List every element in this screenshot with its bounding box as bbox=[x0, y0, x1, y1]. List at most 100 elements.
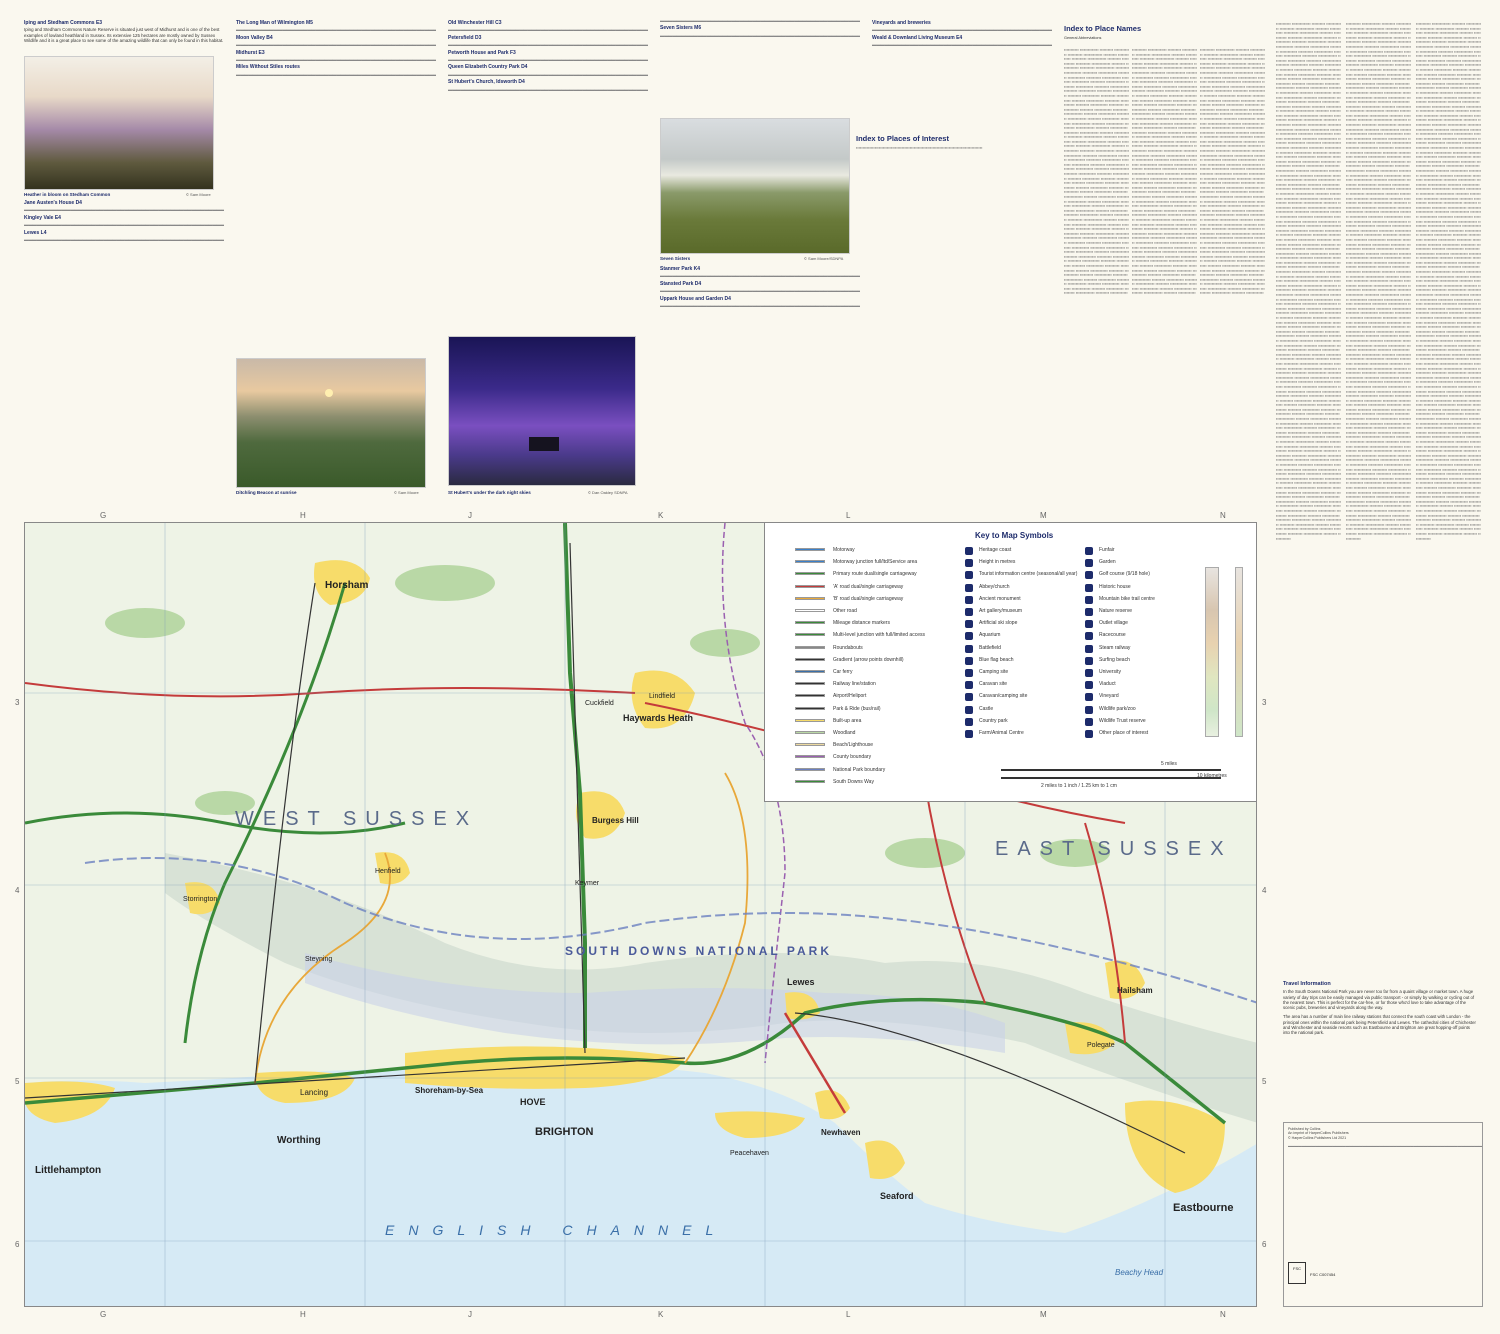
legend-symbol bbox=[1085, 717, 1093, 726]
legend-label: Ancient monument bbox=[979, 595, 1021, 602]
travel-title: Travel Information bbox=[1283, 981, 1331, 987]
sun-icon bbox=[325, 389, 333, 397]
town-lindfield: Lindfield bbox=[649, 693, 675, 700]
photo-heather-stedham bbox=[24, 56, 214, 190]
grid-col-label: J bbox=[468, 1310, 472, 1319]
body-text: ▬▬▬▬▬▬▬▬▬▬▬▬▬▬▬▬▬▬▬▬▬▬▬▬▬▬▬▬▬▬▬▬▬▬▬▬▬▬▬▬… bbox=[872, 27, 1052, 33]
heading: Petersfield D3 bbox=[448, 34, 482, 41]
town-seaford: Seaford bbox=[880, 1191, 914, 1201]
photo-caption: Seven Sisters bbox=[660, 256, 691, 261]
index-column: ▪▪▪▪▪▪▪▪▪▪▪ ▪▪▪▪▪▪▪▪▪▪▪▪▪▪ ▪▪▪▪▪▪▪▪▪▪ ▪▪… bbox=[1064, 48, 1130, 296]
legend-symbol bbox=[1085, 595, 1093, 604]
legend-label: Surfing beach bbox=[1099, 656, 1130, 663]
grid-col-label: M bbox=[1040, 1310, 1047, 1319]
legend-label: Gradient (arrow points downhill) bbox=[833, 656, 904, 663]
heading: The Long Man of Wilmington M5 bbox=[236, 20, 313, 26]
legend-label: Caravan/camping site bbox=[979, 693, 1028, 700]
town-steyning: Steyning bbox=[305, 956, 332, 963]
legend-label: Airport/Heliport bbox=[833, 693, 867, 700]
body-text: ▬▬▬▬▬▬▬▬▬▬▬▬▬▬▬▬▬▬▬▬▬▬▬▬▬▬▬▬▬▬▬▬▬▬▬▬▬▬▬▬… bbox=[24, 207, 224, 213]
county-east-sussex: EAST SUSSEX bbox=[995, 838, 1233, 860]
legend-symbol bbox=[965, 644, 973, 653]
legend-label: Motorway junction full/ltd/Service area bbox=[833, 559, 918, 566]
county-west-sussex: WEST SUSSEX bbox=[235, 808, 478, 830]
photo-seven-sisters bbox=[660, 118, 850, 254]
heading: Seven Sisters M6 bbox=[660, 25, 702, 32]
legend-symbol bbox=[965, 620, 973, 629]
legend-symbol bbox=[965, 705, 973, 714]
legend-symbol bbox=[965, 681, 973, 690]
heading: Weald & Downland Living Museum E4 bbox=[872, 34, 963, 41]
town-brighton: BRIGHTON bbox=[535, 1126, 594, 1138]
legend-symbol bbox=[795, 779, 825, 783]
town-burgess-hill: Burgess Hill bbox=[592, 816, 639, 825]
body-text: ▬▬▬▬▬▬▬▬▬▬▬▬▬▬▬▬▬▬▬▬▬▬▬▬▬▬▬▬▬▬▬▬▬▬▬▬▬▬▬▬… bbox=[236, 71, 436, 77]
index-column: ▪▪▪▪▪▪▪▪▪▪▪ ▪▪▪▪▪▪▪▪▪▪▪▪▪▪ ▪▪▪▪▪▪▪▪▪▪ ▪▪… bbox=[1200, 48, 1266, 296]
heading: Vineyards and breweries bbox=[872, 20, 931, 26]
heading: Midhurst E3 bbox=[236, 49, 265, 56]
legend-label: Funfair bbox=[1099, 547, 1115, 553]
grid-col-label: N bbox=[1220, 511, 1226, 520]
travel-p1: In the South Downs National Park you are… bbox=[1283, 989, 1475, 1011]
heading: Kingley Vale E4 bbox=[24, 214, 61, 221]
article-column-5: Vineyards and breweries ▬▬▬▬▬▬▬▬▬▬▬▬▬▬▬▬… bbox=[872, 18, 1052, 138]
paragraph: Iping and Stedham Commons Nature Reserve… bbox=[24, 27, 224, 44]
legend-label: Country park bbox=[979, 717, 1008, 724]
heading: Stanmer Park K4 bbox=[660, 266, 701, 272]
legend-symbol bbox=[795, 621, 825, 625]
legend-label: Racecourse bbox=[1099, 632, 1126, 639]
body-text: ▬▬▬▬▬▬▬▬▬▬▬▬▬▬▬▬▬▬▬▬▬▬▬▬▬▬▬▬▬▬▬▬▬▬▬▬▬▬▬▬… bbox=[660, 32, 860, 38]
photo-credit: © Dan Oakley SDNPA bbox=[588, 490, 628, 495]
heading: Lewes L4 bbox=[24, 229, 47, 236]
legend-symbol bbox=[1085, 559, 1093, 568]
legend-label: Steam railway bbox=[1099, 644, 1131, 651]
index-column: ▪▪▪▪▪▪▪▪▪▪▪ ▪▪▪▪▪▪▪▪▪▪▪▪▪▪ ▪▪▪▪▪▪▪▪▪▪ ▪▪… bbox=[1276, 22, 1342, 541]
legend-label: Outlet village bbox=[1099, 620, 1128, 627]
article-column-1b: Jane Austen's House D4 ▬▬▬▬▬▬▬▬▬▬▬▬▬▬▬▬▬… bbox=[24, 198, 224, 498]
legend-label: Other place of interest bbox=[1099, 730, 1149, 736]
legend-label: Roundabouts bbox=[833, 644, 863, 651]
town-eastbourne: Eastbourne bbox=[1173, 1202, 1234, 1214]
photo-caption: Heather in bloom on Stedham Common bbox=[24, 192, 111, 197]
legend-symbol bbox=[795, 743, 825, 747]
legend-symbol bbox=[1085, 608, 1093, 616]
article-column-4: ▬▬▬▬▬▬▬▬▬▬▬▬▬▬▬▬▬▬▬▬▬▬▬▬▬▬▬▬▬▬▬▬▬▬▬▬▬▬▬▬… bbox=[660, 18, 860, 128]
body-text: ▬▬▬▬▬▬▬▬▬▬▬▬▬▬▬▬▬▬▬▬▬▬▬▬▬▬▬▬▬▬▬▬▬▬▬▬▬▬▬▬… bbox=[448, 27, 648, 33]
article-column-3: Old Winchester Hill C3 ▬▬▬▬▬▬▬▬▬▬▬▬▬▬▬▬▬… bbox=[448, 18, 648, 338]
legend-label: University bbox=[1099, 669, 1121, 675]
legend-label: Garden bbox=[1099, 559, 1116, 566]
legend-symbol bbox=[1085, 583, 1093, 592]
photo-st-huberts-night bbox=[448, 336, 636, 486]
grid-col-label: K bbox=[658, 1310, 664, 1319]
town-shoreham: Shoreham-by-Sea bbox=[415, 1086, 484, 1095]
index-title: Index to Place Names bbox=[1064, 24, 1142, 33]
body-text: ▬▬▬▬▬▬▬▬▬▬▬▬▬▬▬▬▬▬▬▬▬▬▬▬▬▬▬▬▬▬▬▬▬▬▬▬▬▬▬▬… bbox=[24, 222, 224, 228]
legend-label: Primary route dual/single carriageway bbox=[833, 571, 917, 578]
legend-label: 'A' road dual/single carriageway bbox=[833, 583, 904, 590]
town-henfield: Henfield bbox=[375, 868, 401, 875]
grid-row-label: 4 bbox=[1262, 886, 1267, 895]
legend-label: Beach/Lighthouse bbox=[833, 742, 874, 749]
legend-label: South Downs Way bbox=[833, 778, 874, 785]
article-column-1: Iping and Stedham Commons E3 Iping and S… bbox=[24, 18, 224, 47]
legend-label: Car ferry bbox=[833, 669, 853, 675]
index-column: ▪▪▪▪▪▪▪▪▪▪▪ ▪▪▪▪▪▪▪▪▪▪▪▪▪▪ ▪▪▪▪▪▪▪▪▪▪ ▪▪… bbox=[1416, 22, 1482, 541]
legend-label: Built-up area bbox=[833, 717, 862, 724]
heading: Uppark House and Garden D4 bbox=[660, 295, 731, 302]
legend-label: Historic house bbox=[1099, 583, 1131, 590]
legend-label: Wildlife park/zoo bbox=[1099, 705, 1136, 712]
map-legend: Key to Map Symbols Motorway Motorway junc… bbox=[764, 522, 1257, 802]
legend-label: Woodland bbox=[833, 730, 856, 736]
photo-credit: © Sam Moore bbox=[186, 192, 211, 197]
heading: Petworth House and Park F3 bbox=[448, 49, 516, 56]
legend-label: Artificial ski slope bbox=[979, 620, 1018, 627]
legend-symbol bbox=[795, 560, 825, 564]
legend-symbol bbox=[795, 596, 825, 600]
legend-label: County boundary bbox=[833, 754, 872, 761]
photo-caption: St Hubert's under the dark night skies bbox=[448, 490, 531, 495]
body-text: ▬▬▬▬▬▬▬▬▬▬▬▬▬▬▬▬▬▬▬▬▬▬▬▬▬▬▬▬▬▬▬▬▬▬▬▬▬▬▬▬… bbox=[448, 57, 648, 63]
legend-label: Castle bbox=[979, 705, 994, 712]
legend-label: Vineyard bbox=[1099, 693, 1119, 700]
town-cuckfield: Cuckfield bbox=[585, 700, 614, 707]
town-hove: HOVE bbox=[520, 1097, 546, 1107]
